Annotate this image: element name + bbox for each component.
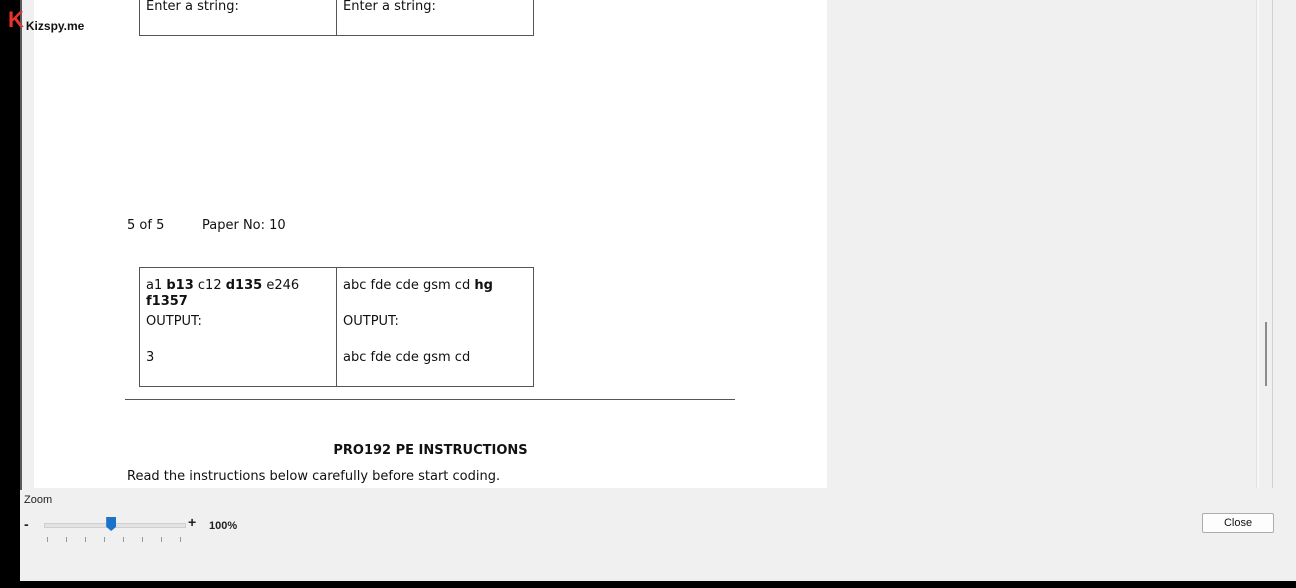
paper-number: Paper No: 10 [202, 218, 286, 233]
output-value: 3 [146, 350, 155, 365]
zoom-value: 100% [209, 520, 238, 532]
slider-tick [161, 537, 162, 542]
example-table: a1 b13 c12 d135 e246 f1357 OUTPUT: 3 abc… [139, 267, 534, 387]
zoom-label: Zoom [24, 494, 53, 506]
slider-tick [123, 537, 124, 542]
brand-k-icon: K [8, 7, 24, 32]
close-button[interactable]: Close [1202, 513, 1274, 533]
document-page: Enter a string: Enter a string: 5 of 5 P… [34, 0, 827, 488]
instructions-title: PRO192 PE INSTRUCTIONS [333, 443, 528, 458]
input-token: e246 [262, 278, 300, 293]
section-divider [125, 399, 735, 400]
input-table: Enter a string: Enter a string: [139, 0, 534, 36]
input-cell-right: Enter a string: [336, 0, 534, 36]
slider-tick [180, 537, 181, 542]
slider-tick [47, 537, 48, 542]
output-label: OUTPUT: [146, 314, 202, 329]
viewer-right-border [1272, 0, 1273, 488]
screen-edge-left [0, 0, 20, 588]
slider-tick [66, 537, 67, 542]
zoom-slider-thumb[interactable] [106, 517, 117, 531]
slider-tick [142, 537, 143, 542]
brand-name: Kizspy.me [25, 19, 85, 33]
instructions-text: Read the instructions below carefully be… [127, 469, 501, 484]
vertical-scrollbar[interactable] [1256, 0, 1259, 488]
zoom-in-button[interactable]: + [188, 514, 196, 530]
output-value: abc fde cde gsm cd [343, 350, 471, 365]
input-token: hg [474, 278, 493, 293]
brand-logo: K Kizspy.me [8, 7, 85, 34]
example-cell-right: abc fde cde gsm cd hg OUTPUT: abc fde cd… [336, 267, 534, 387]
input-token: abc fde cde gsm cd [343, 278, 475, 293]
screen-edge-bottom [0, 581, 1296, 588]
input-cell-left: Enter a string: [139, 0, 337, 36]
input-token: a1 [146, 278, 167, 293]
page-number: 5 of 5 [127, 218, 165, 233]
input-token: b13 [166, 278, 194, 293]
input-token: d135 [225, 278, 263, 293]
scrollbar-thumb[interactable] [1265, 322, 1267, 386]
input-token: f1357 [146, 294, 188, 309]
input-token: c12 [193, 278, 226, 293]
zoom-out-button[interactable]: - [24, 516, 29, 532]
example-input: a1 b13 c12 d135 e246 f1357 [146, 278, 330, 314]
output-label: OUTPUT: [343, 314, 399, 329]
example-input: abc fde cde gsm cd hg [343, 278, 527, 314]
zoom-slider-ticks [47, 537, 182, 542]
slider-tick [85, 537, 86, 542]
slider-tick [104, 537, 105, 542]
example-cell-left: a1 b13 c12 d135 e246 f1357 OUTPUT: 3 [139, 267, 337, 387]
